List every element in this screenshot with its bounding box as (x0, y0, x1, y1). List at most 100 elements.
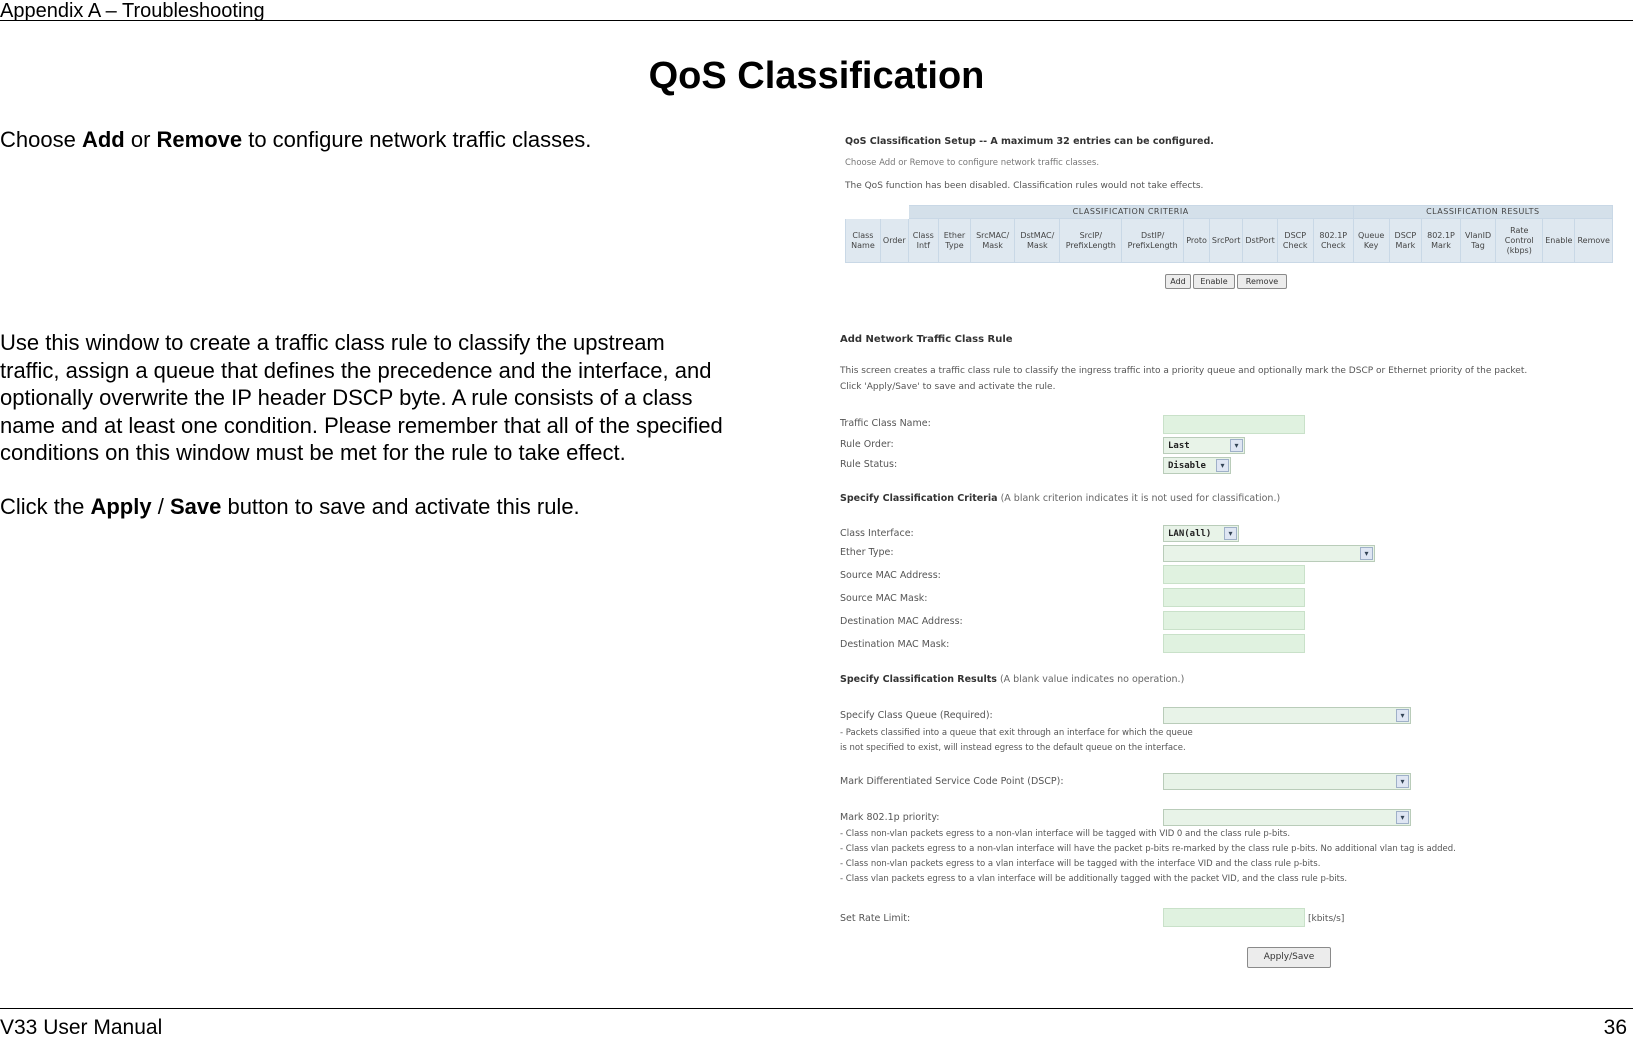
queue-note: - Packets classified into a queue that e… (840, 728, 1193, 738)
page-header: Appendix A – Troubleshooting (0, 0, 265, 22)
intro-text: or (124, 127, 157, 152)
class-queue-label: Specify Class Queue (Required): (840, 710, 993, 721)
column-header: Class Intf (907, 218, 939, 263)
priority-note: - Class vlan packets egress to a non-vla… (840, 844, 1456, 854)
source-mac-mask-label: Source MAC Mask: (840, 593, 928, 604)
instruction-text: Click the (0, 494, 91, 519)
chevron-down-icon: ▾ (1360, 547, 1373, 560)
rule-order-label: Rule Order: (840, 439, 894, 450)
criteria-group-header: CLASSIFICATION CRITERIA (907, 205, 1354, 219)
add-rule-intro: This screen creates a traffic class rule… (840, 366, 1528, 376)
add-button[interactable]: Add (1165, 274, 1191, 289)
rule-order-select[interactable]: Last ▾ (1163, 437, 1245, 454)
chevron-down-icon: ▾ (1216, 459, 1229, 472)
column-header: Rate Control (kbps) (1495, 218, 1544, 263)
rule-order-value: Last (1168, 441, 1190, 451)
class-interface-select[interactable]: LAN(all) ▾ (1163, 525, 1239, 542)
classification-table: CLASSIFICATION CRITERIA CLASSIFICATION R… (845, 205, 1614, 263)
chevron-down-icon: ▾ (1396, 811, 1409, 824)
results-group-header: CLASSIFICATION RESULTS (1352, 205, 1614, 219)
column-header: DSCP Mark (1388, 218, 1423, 263)
rule-status-select[interactable]: Disable ▾ (1163, 457, 1231, 474)
column-header: 802.1P Mark (1421, 218, 1461, 263)
setup-status-line: The QoS function has been disabled. Clas… (845, 181, 1204, 191)
intro-text: Choose (0, 127, 82, 152)
criteria-heading-row: Specify Classification Criteria (A blank… (840, 493, 1280, 504)
dscp-select[interactable]: ▾ (1163, 773, 1411, 790)
priority-8021p-label: Mark 802.1p priority: (840, 812, 940, 823)
destination-mac-input[interactable] (1163, 611, 1305, 630)
description-line: name and at least one condition. Please … (0, 412, 723, 438)
rate-limit-label: Set Rate Limit: (840, 913, 911, 924)
source-mac-mask-input[interactable] (1163, 588, 1305, 607)
priority-note: - Class non-vlan packets egress to a vla… (840, 859, 1321, 869)
description-line: conditions on this window must be met fo… (0, 440, 626, 465)
rule-status-value: Disable (1168, 461, 1206, 471)
column-header: VlanID Tag (1459, 218, 1497, 263)
description-line: Use this window to create a traffic clas… (0, 330, 665, 355)
column-header: DstIP/ PrefixLength (1121, 218, 1185, 263)
column-header: Queue Key (1352, 218, 1390, 263)
rule-status-label: Rule Status: (840, 459, 898, 470)
dscp-label: Mark Differentiated Service Code Point (… (840, 776, 1064, 787)
description-line: optionally overwrite the IP header DSCP … (0, 385, 693, 410)
apply-instruction: Click the Apply / Save button to save an… (0, 493, 580, 521)
class-queue-select[interactable]: ▾ (1163, 707, 1411, 724)
page-title: QoS Classification (648, 55, 985, 97)
column-header: Order (879, 218, 909, 263)
footer-rule (0, 1008, 1633, 1009)
chevron-down-icon: ▾ (1396, 709, 1409, 722)
rule-description-paragraph: Use this window to create a traffic clas… (0, 329, 723, 467)
priority-8021p-select[interactable]: ▾ (1163, 809, 1411, 826)
add-rule-intro: Click 'Apply/Save' to save and activate … (840, 382, 1056, 392)
instruction-text: button to save and activate this rule. (221, 494, 580, 519)
chevron-down-icon: ▾ (1230, 439, 1243, 452)
setup-heading: QoS Classification Setup -- A maximum 32… (845, 136, 1214, 147)
column-header: DstPort (1242, 218, 1278, 263)
results-heading: Specify Classification Results (840, 674, 997, 685)
column-header: Enable (1542, 218, 1576, 263)
intro-text: to configure network traffic classes. (242, 127, 592, 152)
results-heading-row: Specify Classification Results (A blank … (840, 674, 1184, 685)
priority-note: - Class non-vlan packets egress to a non… (840, 829, 1291, 839)
save-keyword: Save (169, 494, 222, 519)
description-line: traffic, assign a queue that defines the… (0, 357, 712, 383)
apply-keyword: Apply (90, 494, 152, 519)
class-name-label: Traffic Class Name: (840, 418, 931, 429)
setup-line: Choose Add or Remove to configure networ… (845, 158, 1100, 168)
destination-mac-mask-input[interactable] (1163, 634, 1305, 653)
column-header: SrcPort (1208, 218, 1244, 263)
column-header: 802.1P Check (1312, 218, 1354, 263)
instruction-text: / (151, 494, 170, 519)
class-name-input[interactable] (1163, 415, 1305, 434)
source-mac-input[interactable] (1163, 565, 1305, 584)
manual-name: V33 User Manual (0, 1016, 163, 1039)
rate-unit: [kbits/s] (1308, 914, 1345, 924)
destination-mac-label: Destination MAC Address: (840, 616, 963, 627)
column-header: DstMAC/ Mask (1014, 218, 1061, 263)
column-header: DSCP Check (1276, 218, 1314, 263)
enable-button[interactable]: Enable (1193, 274, 1235, 289)
column-header: Proto (1183, 218, 1210, 263)
results-note: (A blank value indicates no operation.) (999, 674, 1185, 685)
header-rule (0, 20, 1633, 21)
add-rule-heading: Add Network Traffic Class Rule (840, 334, 1013, 345)
rate-limit-input[interactable] (1163, 908, 1305, 927)
ether-type-label: Ether Type: (840, 547, 894, 558)
column-header: Class Name (845, 218, 881, 263)
column-header: Ether Type (937, 218, 971, 263)
remove-keyword: Remove (156, 127, 243, 152)
ether-type-select[interactable]: ▾ (1163, 545, 1375, 562)
page-number: 36 (1603, 1016, 1627, 1039)
add-keyword: Add (81, 127, 125, 152)
intro-paragraph: Choose Add or Remove to configure networ… (0, 126, 591, 154)
criteria-note: (A blank criterion indicates it is not u… (1000, 493, 1281, 504)
column-header: Remove (1574, 218, 1613, 263)
remove-button[interactable]: Remove (1237, 274, 1287, 289)
column-header: SrcIP/ PrefixLength (1059, 218, 1123, 263)
priority-note: - Class vlan packets egress to a vlan in… (840, 874, 1348, 884)
chevron-down-icon: ▾ (1224, 527, 1237, 540)
apply-save-button[interactable]: Apply/Save (1247, 947, 1331, 968)
source-mac-label: Source MAC Address: (840, 570, 941, 581)
class-interface-value: LAN(all) (1168, 529, 1212, 539)
